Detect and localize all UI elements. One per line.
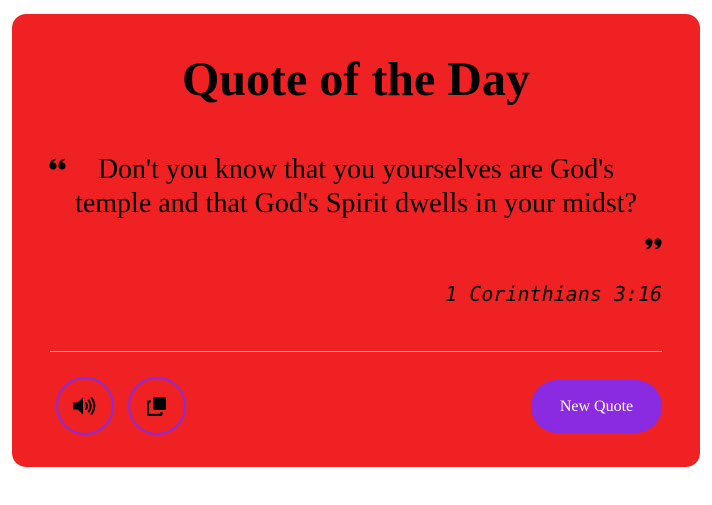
speak-button[interactable] xyxy=(56,377,114,435)
copy-button[interactable] xyxy=(128,377,186,435)
volume-icon xyxy=(73,397,96,415)
new-quote-button[interactable]: New Quote xyxy=(531,380,662,433)
quote-card: Quote of the Day Don't you know that you… xyxy=(12,14,700,467)
quote-text: Don't you know that you yourselves are G… xyxy=(75,154,637,219)
copy-icon xyxy=(147,397,166,416)
quote-author: 1 Corinthians 3:16 xyxy=(445,282,662,306)
close-quote-icon xyxy=(645,238,662,250)
open-quote-icon xyxy=(49,158,66,170)
divider xyxy=(50,351,662,352)
page-title: Quote of the Day xyxy=(182,53,530,106)
